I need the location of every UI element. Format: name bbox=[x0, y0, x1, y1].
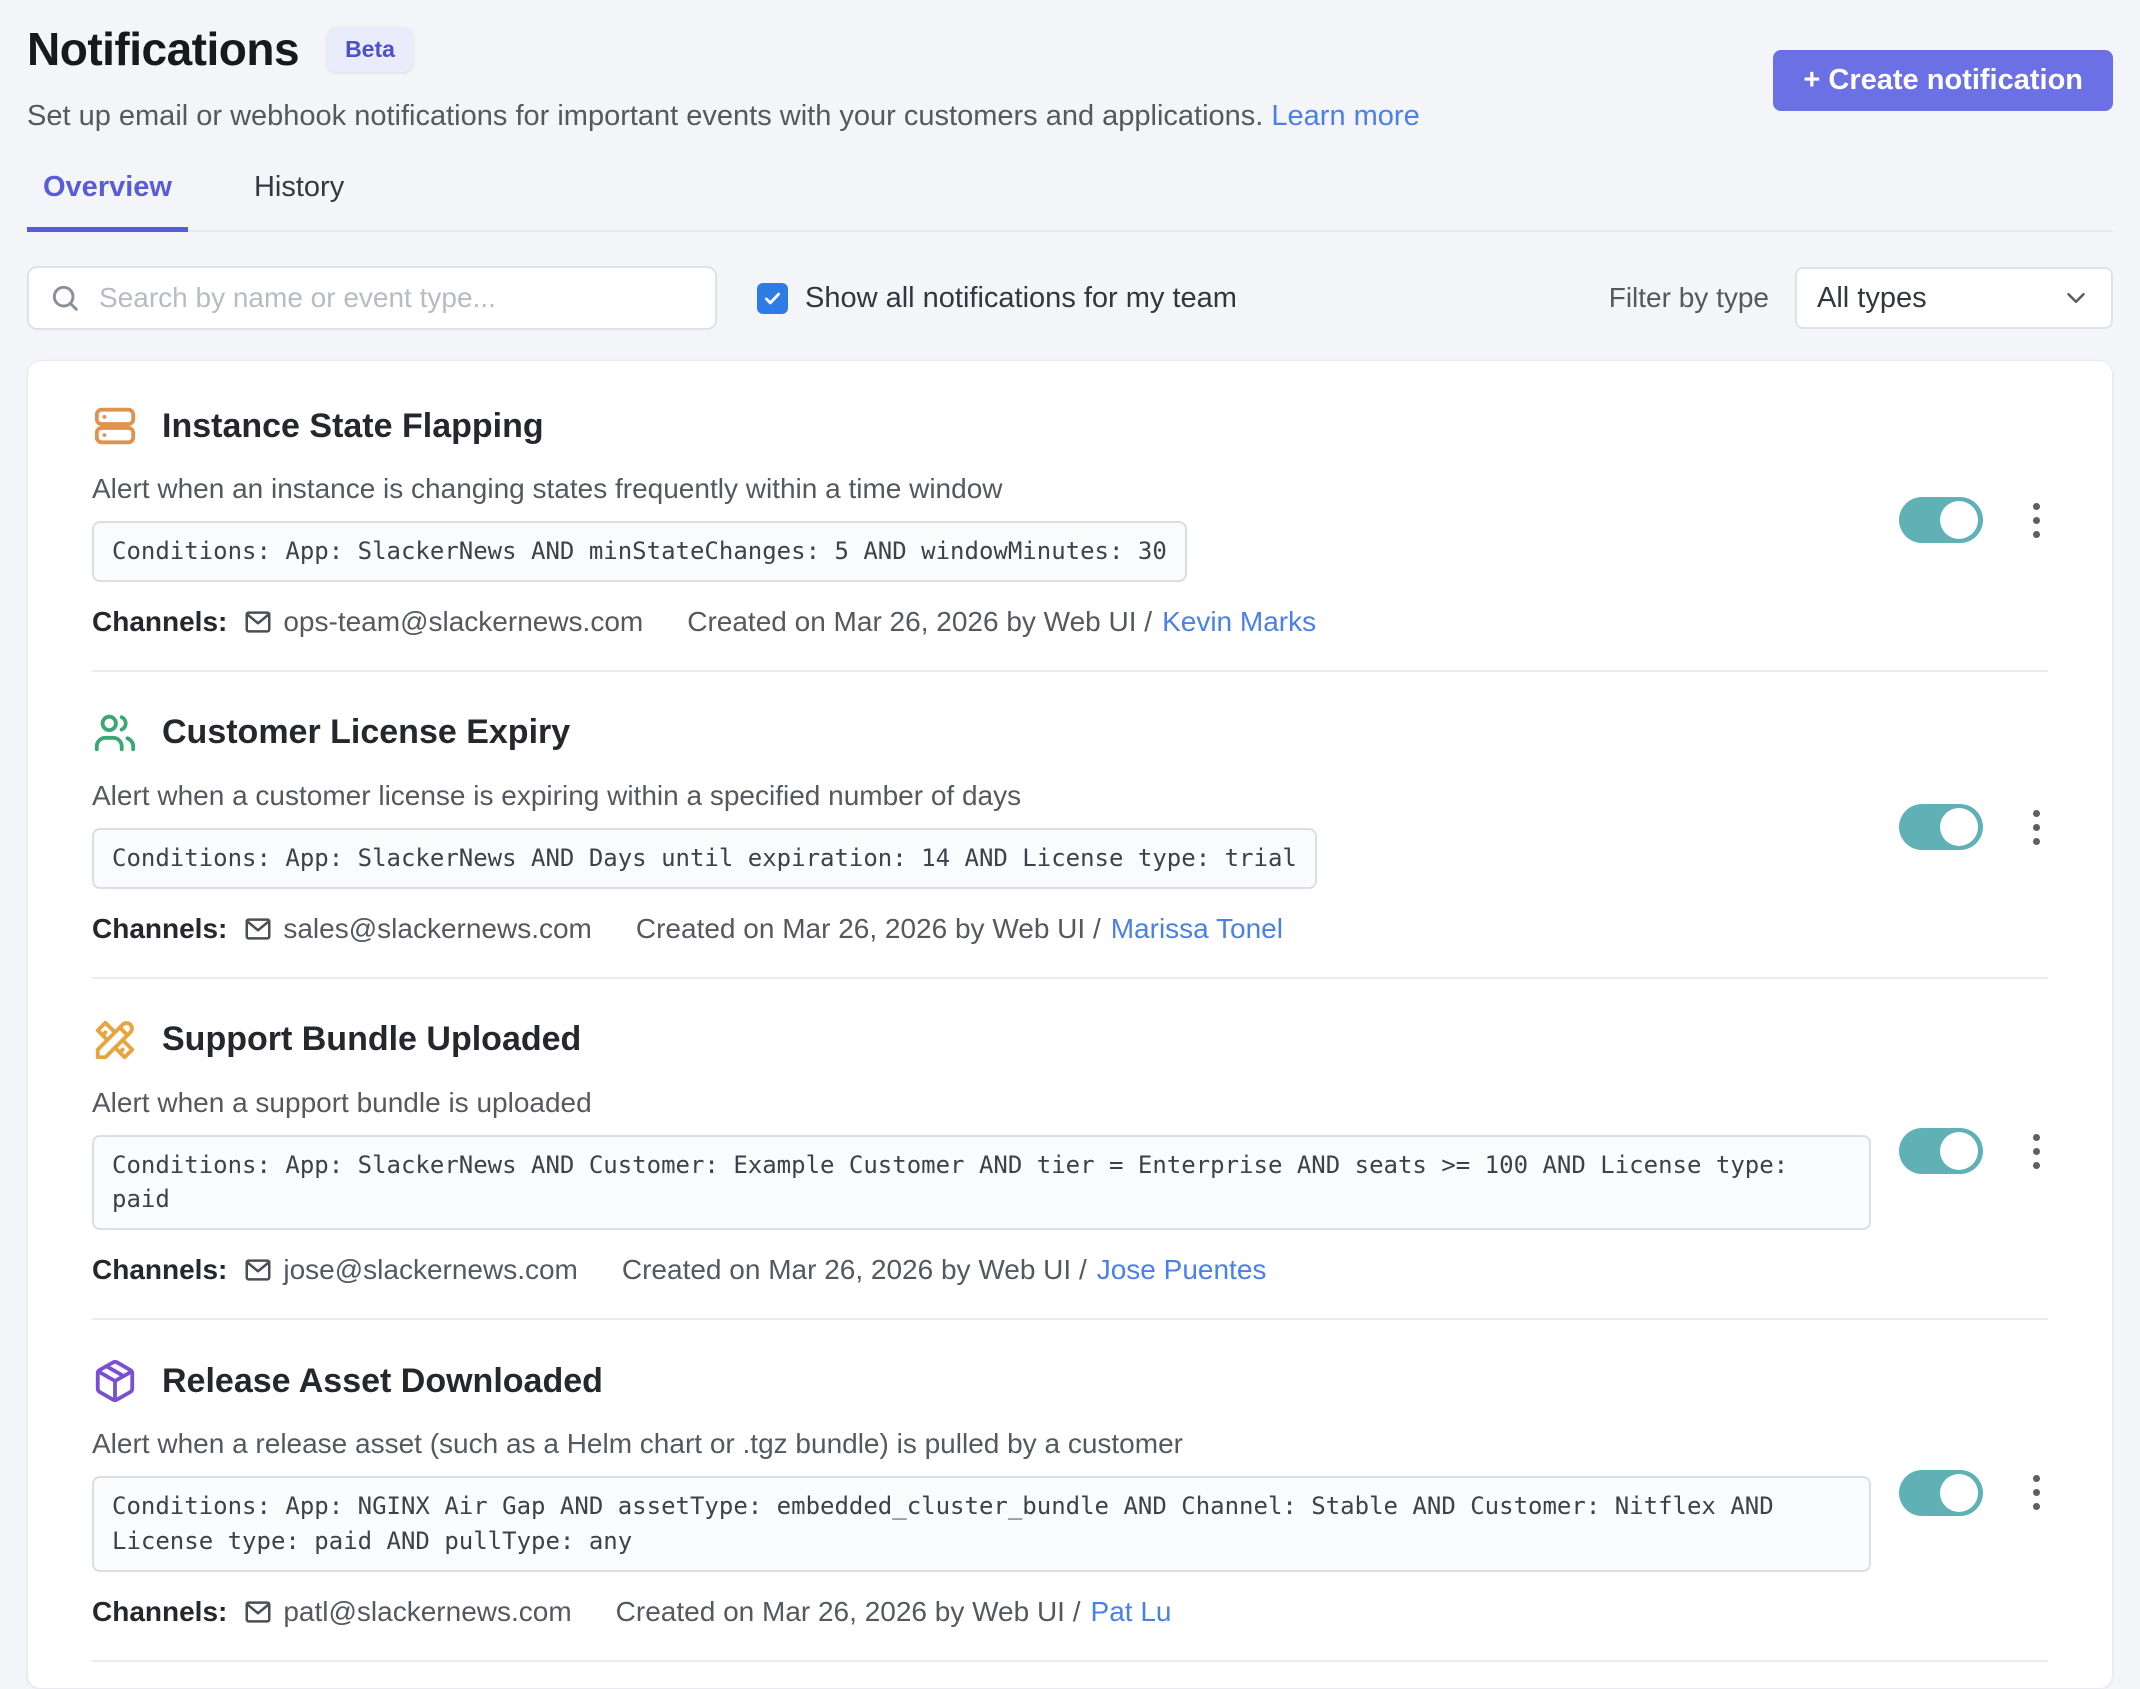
team-notifications-checkbox[interactable] bbox=[757, 283, 788, 314]
notification-row-customer-license-expiry: Customer License Expiry Alert when a cus… bbox=[92, 672, 2048, 979]
mail-icon bbox=[243, 1255, 273, 1285]
created-on-text: Created on Mar 26, 2026 by Web UI / bbox=[616, 1596, 1081, 1628]
kebab-menu-icon[interactable] bbox=[2025, 1467, 2048, 1518]
notification-toggle[interactable] bbox=[1899, 1470, 1983, 1516]
channel-email: ops-team@slackernews.com bbox=[283, 606, 643, 638]
search-icon bbox=[49, 282, 81, 314]
notification-description: Alert when a support bundle is uploaded bbox=[92, 1087, 1871, 1119]
tab-bar: Overview History bbox=[27, 171, 2113, 232]
search-input[interactable] bbox=[97, 281, 695, 315]
author-link[interactable]: Jose Puentes bbox=[1097, 1254, 1267, 1286]
mail-icon bbox=[243, 1597, 273, 1627]
created-on-text: Created on Mar 26, 2026 by Web UI / bbox=[636, 913, 1101, 945]
mail-icon bbox=[243, 607, 273, 637]
kebab-menu-icon[interactable] bbox=[2025, 1126, 2048, 1177]
learn-more-link[interactable]: Learn more bbox=[1271, 100, 1419, 132]
conditions-chip: Conditions: App: NGINX Air Gap AND asset… bbox=[92, 1476, 1871, 1572]
search-box[interactable] bbox=[27, 266, 717, 330]
channels-label: Channels: bbox=[92, 1254, 227, 1286]
toggle-knob bbox=[1940, 501, 1978, 539]
filter-row: Show all notifications for my team Filte… bbox=[27, 266, 2113, 330]
channels-label: Channels: bbox=[92, 1596, 227, 1628]
toggle-knob bbox=[1940, 1132, 1978, 1170]
notification-row-release-asset-downloaded: Release Asset Downloaded Alert when a re… bbox=[92, 1320, 2048, 1662]
subtitle-text: Set up email or webhook notifications fo… bbox=[27, 100, 1263, 132]
conditions-chip: Conditions: App: SlackerNews AND Custome… bbox=[92, 1135, 1871, 1231]
create-notification-button[interactable]: + Create notification bbox=[1773, 50, 2113, 111]
toggle-knob bbox=[1940, 808, 1978, 846]
toggle-knob bbox=[1940, 1474, 1978, 1512]
tab-history[interactable]: History bbox=[238, 171, 360, 230]
chevron-down-icon bbox=[2061, 283, 2091, 313]
channels-label: Channels: bbox=[92, 606, 227, 638]
created-on-text: Created on Mar 26, 2026 by Web UI / bbox=[622, 1254, 1087, 1286]
type-filter-value: All types bbox=[1817, 282, 1927, 315]
author-link[interactable]: Pat Lu bbox=[1091, 1596, 1172, 1628]
page-title: Notifications bbox=[27, 22, 299, 76]
notification-description: Alert when a customer license is expirin… bbox=[92, 780, 1871, 812]
team-notifications-checkbox-group[interactable]: Show all notifications for my team bbox=[757, 282, 1237, 315]
team-notifications-checkbox-label: Show all notifications for my team bbox=[805, 282, 1237, 315]
page-header: Notifications Beta Set up email or webho… bbox=[27, 22, 2113, 133]
notification-description: Alert when an instance is changing state… bbox=[92, 473, 1871, 505]
type-filter-select[interactable]: All types bbox=[1795, 267, 2113, 329]
notification-title: Release Asset Downloaded bbox=[162, 1362, 603, 1401]
author-link[interactable]: Kevin Marks bbox=[1162, 606, 1316, 638]
notification-row-support-bundle-uploaded: Support Bundle Uploaded Alert when a sup… bbox=[92, 979, 2048, 1321]
created-on-text: Created on Mar 26, 2026 by Web UI / bbox=[687, 606, 1152, 638]
channel-email: sales@slackernews.com bbox=[283, 913, 592, 945]
conditions-chip: Conditions: App: SlackerNews AND minStat… bbox=[92, 521, 1187, 582]
check-icon bbox=[762, 288, 783, 309]
notification-toggle[interactable] bbox=[1899, 804, 1983, 850]
notification-title: Customer License Expiry bbox=[162, 713, 570, 752]
notifications-list: Instance State Flapping Alert when an in… bbox=[27, 360, 2113, 1689]
notification-title: Instance State Flapping bbox=[162, 407, 544, 446]
notification-row-instance-state-flapping: Instance State Flapping Alert when an in… bbox=[92, 365, 2048, 672]
tab-overview[interactable]: Overview bbox=[27, 171, 188, 232]
channel-email: jose@slackernews.com bbox=[283, 1254, 578, 1286]
channel-email: patl@slackernews.com bbox=[283, 1596, 571, 1628]
notification-toggle[interactable] bbox=[1899, 497, 1983, 543]
package-icon bbox=[92, 1358, 138, 1404]
notification-toggle[interactable] bbox=[1899, 1128, 1983, 1174]
mail-icon bbox=[243, 914, 273, 944]
server-icon bbox=[92, 403, 138, 449]
conditions-chip: Conditions: App: SlackerNews AND Days un… bbox=[92, 828, 1317, 889]
channels-label: Channels: bbox=[92, 913, 227, 945]
notification-description: Alert when a release asset (such as a He… bbox=[92, 1428, 1871, 1460]
kebab-menu-icon[interactable] bbox=[2025, 495, 2048, 546]
tools-icon bbox=[92, 1017, 138, 1063]
filter-by-type-label: Filter by type bbox=[1609, 282, 1769, 314]
author-link[interactable]: Marissa Tonel bbox=[1111, 913, 1283, 945]
kebab-menu-icon[interactable] bbox=[2025, 802, 2048, 853]
users-icon bbox=[92, 710, 138, 756]
beta-badge: Beta bbox=[327, 27, 413, 72]
notification-title: Support Bundle Uploaded bbox=[162, 1020, 581, 1059]
page-subtitle: Set up email or webhook notifications fo… bbox=[27, 100, 1420, 133]
